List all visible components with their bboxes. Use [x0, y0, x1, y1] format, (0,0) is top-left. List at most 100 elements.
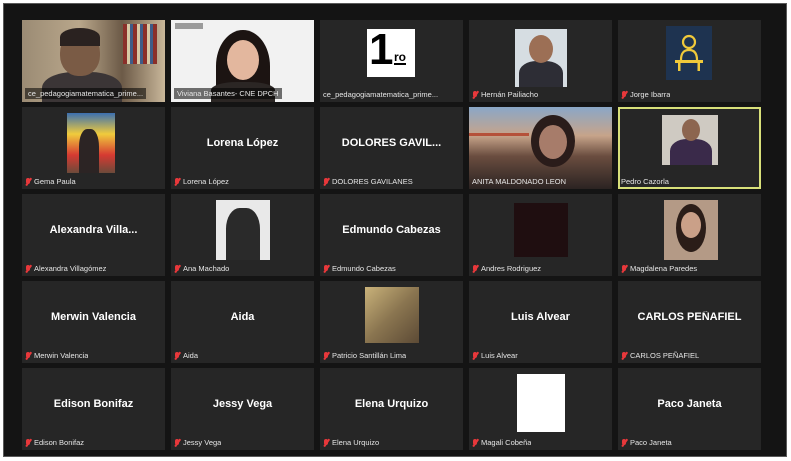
participant-name-label: Jorge Ibarra	[621, 90, 670, 99]
participant-name-label: ce_pedagogiamatematica_prime...	[25, 88, 147, 99]
participant-tile[interactable]: Patricio Santillán Lima	[320, 281, 463, 363]
participant-name-label: Edmundo Cabezas	[323, 264, 396, 273]
number-suffix: ro	[394, 50, 406, 65]
video-conference-window: ce_pedagogiamatematica_prime... Viviana …	[3, 3, 787, 457]
participant-name-label: Viviana Basantes- CNE DPCH	[174, 88, 282, 99]
muted-mic-icon	[323, 351, 329, 360]
participant-name: Ana Machado	[183, 264, 230, 273]
participant-name: Gema Paula	[34, 177, 76, 186]
participant-name: Alexandra Villagómez	[34, 264, 107, 273]
participant-name: Viviana Basantes- CNE DPCH	[177, 89, 279, 98]
participant-name-label: Lorena López	[174, 177, 229, 186]
participant-tile[interactable]: Aida Aida	[171, 281, 314, 363]
participant-tile[interactable]: Lorena López Lorena López	[171, 107, 314, 189]
participant-name: ce_pedagogiamatematica_prime...	[323, 90, 439, 99]
participant-tile[interactable]: Jorge Ibarra	[618, 20, 761, 102]
participant-name-label: CARLOS PEÑAFIEL	[621, 351, 699, 360]
muted-mic-icon	[323, 264, 329, 273]
muted-mic-icon	[25, 438, 31, 447]
participant-tile[interactable]: Magali Cobeña	[469, 368, 612, 450]
participant-tile[interactable]: Elena Urquizo Elena Urquizo	[320, 368, 463, 450]
participant-name: Pedro Cazorla	[621, 177, 669, 186]
participant-photo	[515, 29, 567, 87]
gallery-view-grid: ce_pedagogiamatematica_prime... Viviana …	[22, 20, 761, 450]
participant-name: DOLORES GAVILANES	[332, 177, 413, 186]
participant-tile[interactable]: Edmundo Cabezas Edmundo Cabezas	[320, 194, 463, 276]
participant-tile[interactable]: Viviana Basantes- CNE DPCH	[171, 20, 314, 102]
muted-mic-icon	[25, 177, 31, 186]
muted-mic-icon	[472, 351, 478, 360]
participant-name: Patricio Santillán Lima	[332, 351, 407, 360]
participant-photo	[517, 374, 565, 432]
participant-display-name: Aida	[230, 311, 255, 323]
participant-display-name: DOLORES GAVIL...	[341, 137, 442, 149]
muted-mic-icon	[323, 438, 329, 447]
participant-display-name: Paco Janeta	[657, 398, 722, 410]
muted-mic-icon	[621, 438, 627, 447]
participant-name: Hernán Pailiacho	[481, 90, 539, 99]
participant-name: Edison Bonifaz	[34, 438, 85, 447]
participant-name-label: Edison Bonifaz	[25, 438, 84, 447]
participant-display-name: Edison Bonifaz	[53, 398, 134, 410]
participant-name: Luis Alvear	[481, 351, 518, 360]
participant-photo	[664, 200, 718, 260]
participant-name: Jessy Vega	[183, 438, 222, 447]
participant-display-name: Luis Alvear	[511, 311, 570, 323]
participant-name: ANITA MALDONADO LEON	[472, 177, 567, 186]
participant-display-name: Lorena López	[206, 137, 279, 149]
participant-tile[interactable]: ANITA MALDONADO LEON	[469, 107, 612, 189]
participant-name: Edmundo Cabezas	[332, 264, 396, 273]
participant-tile[interactable]: Ana Machado	[171, 194, 314, 276]
number-graphic: 1 ro	[367, 25, 415, 77]
participant-name: Aida	[183, 351, 199, 360]
participant-name-label: Aida	[174, 351, 198, 360]
muted-mic-icon	[621, 90, 627, 99]
participant-tile[interactable]: Magdalena Paredes	[618, 194, 761, 276]
participant-tile[interactable]: Paco Janeta Paco Janeta	[618, 368, 761, 450]
participant-name-label: Luis Alvear	[472, 351, 518, 360]
participant-display-name: CARLOS PEÑAFIEL	[637, 311, 742, 323]
participant-tile[interactable]: Edison Bonifaz Edison Bonifaz	[22, 368, 165, 450]
participant-name-label: Elena Urquizo	[323, 438, 379, 447]
participant-tile[interactable]: Merwin Valencia Merwin Valencia	[22, 281, 165, 363]
muted-mic-icon	[174, 264, 180, 273]
muted-mic-icon	[323, 177, 329, 186]
active-speaker-tile[interactable]: Pedro Cazorla	[618, 107, 761, 189]
participant-name: Magdalena Paredes	[630, 264, 698, 273]
participant-name-label: Ana Machado	[174, 264, 229, 273]
participant-photo	[662, 115, 718, 165]
participant-display-name: Edmundo Cabezas	[342, 224, 441, 236]
muted-mic-icon	[25, 264, 31, 273]
participant-photo	[514, 203, 568, 257]
participant-display-name: Elena Urquizo	[354, 398, 429, 410]
participant-name: Elena Urquizo	[332, 438, 380, 447]
participant-name-label: ce_pedagogiamatematica_prime...	[323, 90, 438, 99]
participant-name-label: Patricio Santillán Lima	[323, 351, 406, 360]
participant-name-label: Merwin Valencia	[25, 351, 88, 360]
participant-name-label: Pedro Cazorla	[621, 177, 669, 186]
participant-name: Jorge Ibarra	[630, 90, 671, 99]
participant-name: Lorena López	[183, 177, 229, 186]
participant-tile[interactable]: DOLORES GAVIL... DOLORES GAVILANES	[320, 107, 463, 189]
muted-mic-icon	[472, 90, 478, 99]
participant-tile[interactable]: Alexandra Villa... Alexandra Villagómez	[22, 194, 165, 276]
participant-tile[interactable]: ce_pedagogiamatematica_prime...	[22, 20, 165, 102]
participant-name-label: Hernán Pailiacho	[472, 90, 538, 99]
muted-mic-icon	[621, 351, 627, 360]
participant-tile[interactable]: Jessy Vega Jessy Vega	[171, 368, 314, 450]
participant-name-label: Jessy Vega	[174, 438, 221, 447]
participant-tile[interactable]: Andres Rodriguez	[469, 194, 612, 276]
participant-tile[interactable]: Hernán Pailiacho	[469, 20, 612, 102]
participant-name: Merwin Valencia	[34, 351, 89, 360]
muted-mic-icon	[472, 438, 478, 447]
participant-photo	[666, 26, 712, 80]
participant-tile[interactable]: Luis Alvear Luis Alvear	[469, 281, 612, 363]
participant-tile[interactable]: CARLOS PEÑAFIEL CARLOS PEÑAFIEL	[618, 281, 761, 363]
participant-name: Andres Rodriguez	[481, 264, 542, 273]
muted-mic-icon	[174, 351, 180, 360]
participant-tile[interactable]: 1 ro ce_pedagogiamatematica_prime...	[320, 20, 463, 102]
participant-name-label: ANITA MALDONADO LEON	[472, 177, 566, 186]
muted-mic-icon	[174, 177, 180, 186]
number-digit: 1	[369, 25, 394, 74]
participant-tile[interactable]: Gema Paula	[22, 107, 165, 189]
